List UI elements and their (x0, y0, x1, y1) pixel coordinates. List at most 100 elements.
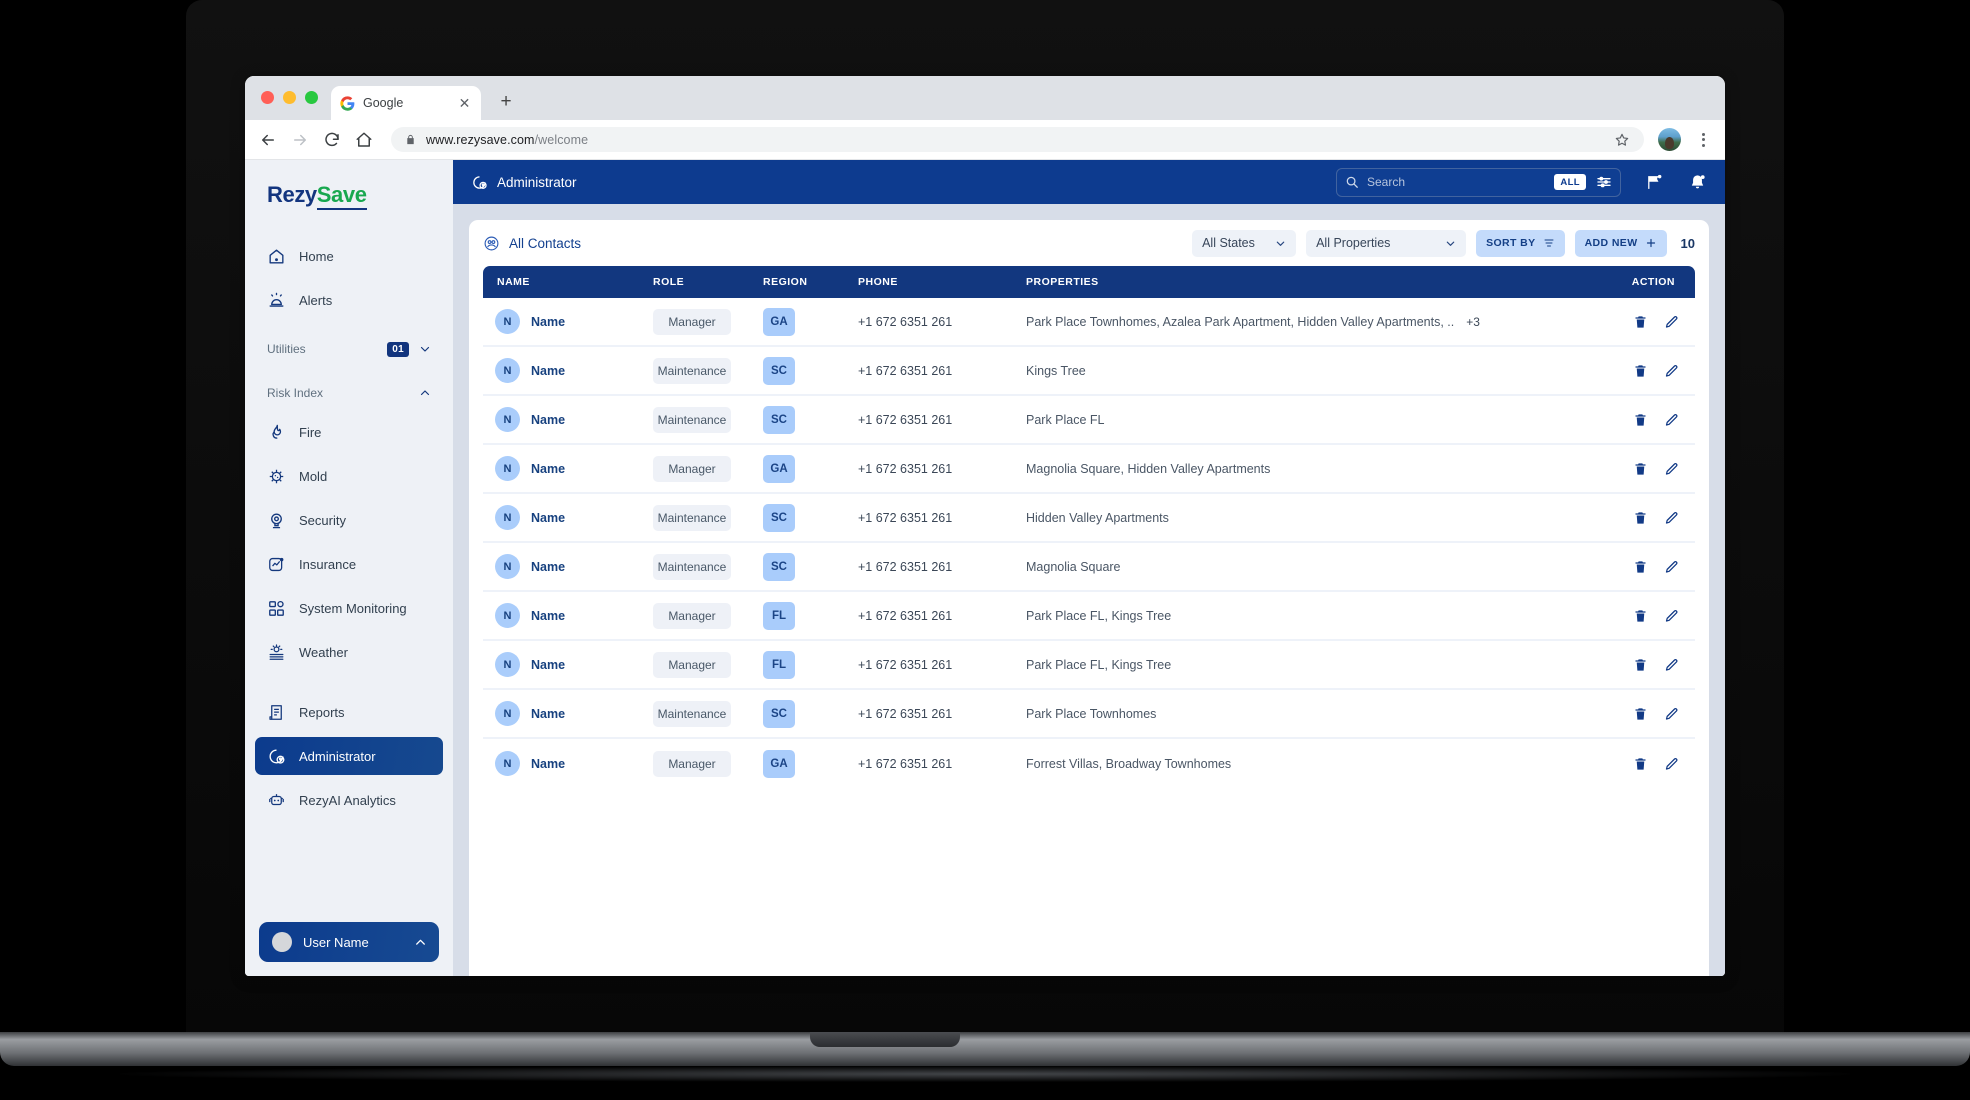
properties-overflow-count[interactable]: +3 (1466, 315, 1480, 329)
trash-icon[interactable] (1633, 461, 1648, 477)
browser-tab[interactable]: Google ✕ (331, 86, 481, 120)
profile-avatar[interactable] (1658, 128, 1681, 151)
region-badge: GA (763, 307, 795, 336)
plus-icon (1645, 237, 1657, 249)
search-input[interactable]: Search ALL (1336, 167, 1621, 197)
sidebar-item-mold[interactable]: Mold (255, 457, 443, 495)
top-header: Administrator Search ALL (453, 160, 1725, 204)
column-header-phone: PHONE (858, 276, 898, 288)
table-row[interactable]: N Name Manager GA +1 672 6351 261 Magnolia Sq… (483, 445, 1695, 494)
sidebar-section-utilities[interactable]: Utilities 01 (255, 332, 443, 366)
trash-icon[interactable] (1633, 756, 1648, 772)
chevron-down-icon (1275, 238, 1286, 249)
phone-number: +1 672 6351 261 (858, 412, 953, 427)
chevron-up-icon[interactable] (419, 387, 431, 399)
pencil-icon[interactable] (1664, 510, 1679, 526)
chevron-down-icon[interactable] (419, 343, 431, 355)
chevron-up-icon[interactable] (414, 936, 426, 948)
sort-icon (1543, 237, 1555, 249)
phone-number: +1 672 6351 261 (858, 314, 953, 329)
flag-icon[interactable] (1645, 173, 1664, 192)
new-tab-button[interactable]: + (495, 91, 517, 113)
pencil-icon[interactable] (1664, 608, 1679, 624)
table-row[interactable]: N Name Manager FL +1 672 6351 261 Park Place … (483, 641, 1695, 690)
contact-name[interactable]: Name (531, 511, 565, 525)
pencil-icon[interactable] (1664, 706, 1679, 722)
pencil-icon[interactable] (1664, 657, 1679, 673)
table-row[interactable]: N Name Maintenance SC +1 672 6351 261 Park Pl… (483, 690, 1695, 739)
forward-icon[interactable] (291, 131, 309, 149)
property-filter-select[interactable]: All Properties (1306, 229, 1467, 257)
pencil-icon[interactable] (1664, 363, 1679, 379)
pencil-icon[interactable] (1664, 412, 1679, 428)
table-row[interactable]: N Name Manager GA +1 672 6351 261 Park Place … (483, 298, 1695, 347)
sidebar-item-rezyai-analytics[interactable]: RezyAI Analytics (255, 781, 443, 819)
sort-by-button[interactable]: SORT BY (1476, 229, 1565, 257)
trash-icon[interactable] (1633, 363, 1648, 379)
contact-name[interactable]: Name (531, 707, 565, 721)
sidebar-item-weather[interactable]: Weather (255, 633, 443, 671)
properties-list: Kings Tree (1026, 363, 1086, 378)
contact-name[interactable]: Name (531, 757, 565, 771)
table-row[interactable]: N Name Maintenance SC +1 672 6351 261 Hidden … (483, 494, 1695, 543)
contact-name[interactable]: Name (531, 560, 565, 574)
sidebar-item-system-monitoring[interactable]: System Monitoring (255, 589, 443, 627)
table-row[interactable]: N Name Manager GA +1 672 6351 261 Forrest Vil… (483, 739, 1695, 788)
trash-icon[interactable] (1633, 510, 1648, 526)
user-menu[interactable]: User Name (259, 922, 439, 962)
trash-icon[interactable] (1633, 706, 1648, 722)
close-window-button[interactable] (261, 91, 274, 104)
add-new-button[interactable]: ADD NEW (1574, 229, 1667, 257)
trash-icon[interactable] (1633, 608, 1648, 624)
pencil-icon[interactable] (1664, 461, 1679, 477)
panel-title: All Contacts (483, 235, 581, 252)
sidebar-item-administrator[interactable]: Administrator (255, 737, 443, 775)
pencil-icon[interactable] (1664, 559, 1679, 575)
maximize-window-button[interactable] (305, 91, 318, 104)
bell-icon[interactable] (1688, 173, 1707, 192)
section-label: Risk Index (267, 386, 324, 400)
app-logo[interactable]: RezySave (245, 160, 453, 234)
contact-name[interactable]: Name (531, 609, 565, 623)
pencil-icon[interactable] (1664, 314, 1679, 330)
address-bar[interactable]: www.rezysave.com/welcome (391, 127, 1644, 152)
reload-icon[interactable] (323, 131, 341, 149)
trash-icon[interactable] (1633, 314, 1648, 330)
sliders-icon[interactable] (1596, 174, 1612, 190)
close-tab-icon[interactable]: ✕ (457, 96, 472, 111)
minimize-window-button[interactable] (283, 91, 296, 104)
sidebar-section-risk-index[interactable]: Risk Index (255, 376, 443, 410)
state-filter-select[interactable]: All States (1192, 229, 1297, 257)
table-row[interactable]: N Name Maintenance SC +1 672 6351 261 Kings T… (483, 347, 1695, 396)
contact-name[interactable]: Name (531, 413, 565, 427)
sidebar-item-alerts[interactable]: Alerts (255, 281, 443, 319)
browser-toolbar: www.rezysave.com/welcome (245, 120, 1725, 160)
sidebar-item-reports[interactable]: Reports (255, 693, 443, 731)
browser-menu-icon[interactable] (1695, 132, 1711, 147)
pencil-icon[interactable] (1664, 756, 1679, 772)
app-root: RezySave Home Alerts Utilities 01 Risk I… (245, 160, 1725, 976)
page-title-label: Administrator (497, 174, 577, 190)
back-icon[interactable] (259, 131, 277, 149)
sidebar-item-home[interactable]: Home (255, 237, 443, 275)
column-header-properties: PROPERTIES (1026, 276, 1099, 288)
table-row[interactable]: N Name Manager FL +1 672 6351 261 Park Place … (483, 592, 1695, 641)
home-icon[interactable] (355, 131, 373, 149)
contact-name[interactable]: Name (531, 658, 565, 672)
contact-name[interactable]: Name (531, 462, 565, 476)
sidebar-item-insurance[interactable]: Insurance (255, 545, 443, 583)
main-area: Administrator Search ALL All Contacts Al… (453, 160, 1725, 976)
role-badge: Manager (653, 308, 731, 335)
sidebar-item-fire[interactable]: Fire (255, 413, 443, 451)
trash-icon[interactable] (1633, 657, 1648, 673)
trash-icon[interactable] (1633, 559, 1648, 575)
contact-name[interactable]: Name (531, 315, 565, 329)
table-row[interactable]: N Name Maintenance SC +1 672 6351 261 Magnoli… (483, 543, 1695, 592)
contact-name[interactable]: Name (531, 364, 565, 378)
trash-icon[interactable] (1633, 412, 1648, 428)
alarm-icon (267, 291, 286, 310)
bookmark-star-icon[interactable] (1614, 132, 1630, 148)
sidebar-item-security[interactable]: Security (255, 501, 443, 539)
table-row[interactable]: N Name Maintenance SC +1 672 6351 261 Park Pl… (483, 396, 1695, 445)
search-scope-badge[interactable]: ALL (1554, 174, 1586, 190)
